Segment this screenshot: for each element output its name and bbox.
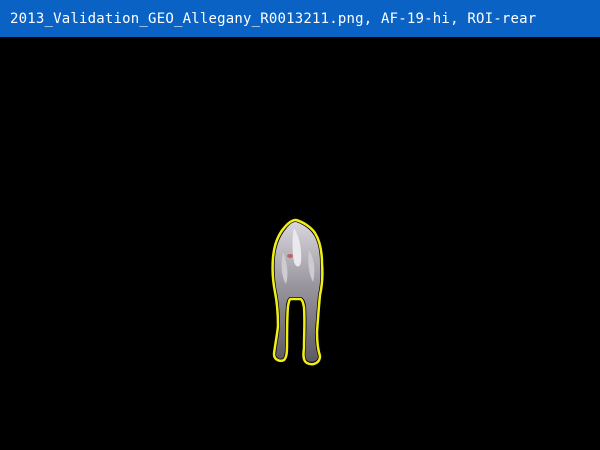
title-bar[interactable]: 2013_Validation_GEO_Allegany_R0013211.pn… (0, 0, 600, 37)
window-title: 2013_Validation_GEO_Allegany_R0013211.pn… (10, 10, 537, 27)
image-viewer-window: 2013_Validation_GEO_Allegany_R0013211.pn… (0, 0, 600, 450)
spot (287, 254, 293, 258)
roi-image (271, 218, 324, 366)
image-canvas[interactable] (0, 37, 600, 450)
